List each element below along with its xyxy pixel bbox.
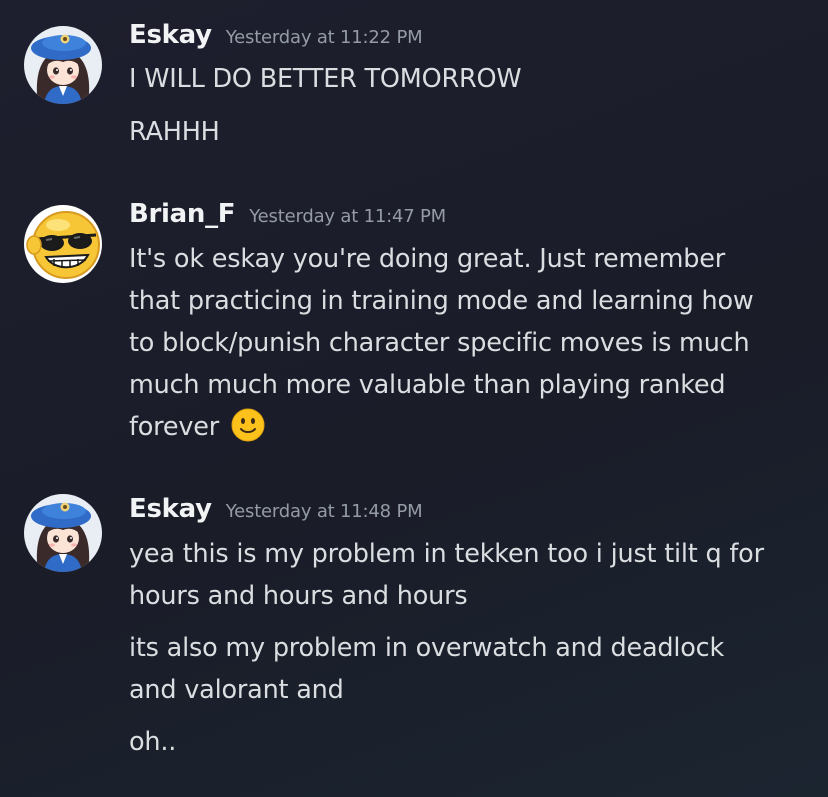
message-header: Eskay Yesterday at 11:48 PM <box>129 494 423 524</box>
message-text: forever <box>129 412 220 442</box>
user-avatar[interactable] <box>24 494 102 572</box>
user-avatar[interactable] <box>24 205 102 283</box>
message-header: Brian_F Yesterday at 11:47 PM <box>129 199 446 229</box>
message-text-last: forever <box>129 406 819 455</box>
slightly-smiling-face-icon <box>231 408 265 455</box>
message-text: RAHHH <box>129 117 220 147</box>
message-text: to block/punish character specific moves… <box>129 328 750 358</box>
message-timestamp[interactable]: Yesterday at 11:22 PM <box>226 27 423 48</box>
user-avatar[interactable] <box>24 26 102 104</box>
eskay-avatar-icon <box>24 26 102 104</box>
message-text: oh.. <box>129 727 177 757</box>
message-text: yea this is my problem in tekken too i j… <box>129 539 764 569</box>
message-text: its also my problem in overwatch and dea… <box>129 633 725 663</box>
message-text: I WILL DO BETTER TOMORROW <box>129 64 522 94</box>
author-name[interactable]: Eskay <box>129 20 212 50</box>
message-header: Eskay Yesterday at 11:22 PM <box>129 20 423 50</box>
message-text: that practicing in training mode and lea… <box>129 286 754 316</box>
message-timestamp[interactable]: Yesterday at 11:47 PM <box>249 206 446 227</box>
author-name[interactable]: Brian_F <box>129 199 236 229</box>
message-text: much much more valuable than playing ran… <box>129 370 726 400</box>
sunglasses-smiley-avatar-icon <box>24 205 102 283</box>
message-text: hours and hours and hours <box>129 581 468 611</box>
message-text: and valorant and <box>129 675 344 705</box>
author-name[interactable]: Eskay <box>129 494 212 524</box>
message-text: It's ok eskay you're doing great. Just r… <box>129 244 726 274</box>
eskay-avatar-icon <box>24 494 102 572</box>
message-timestamp[interactable]: Yesterday at 11:48 PM <box>226 501 423 522</box>
